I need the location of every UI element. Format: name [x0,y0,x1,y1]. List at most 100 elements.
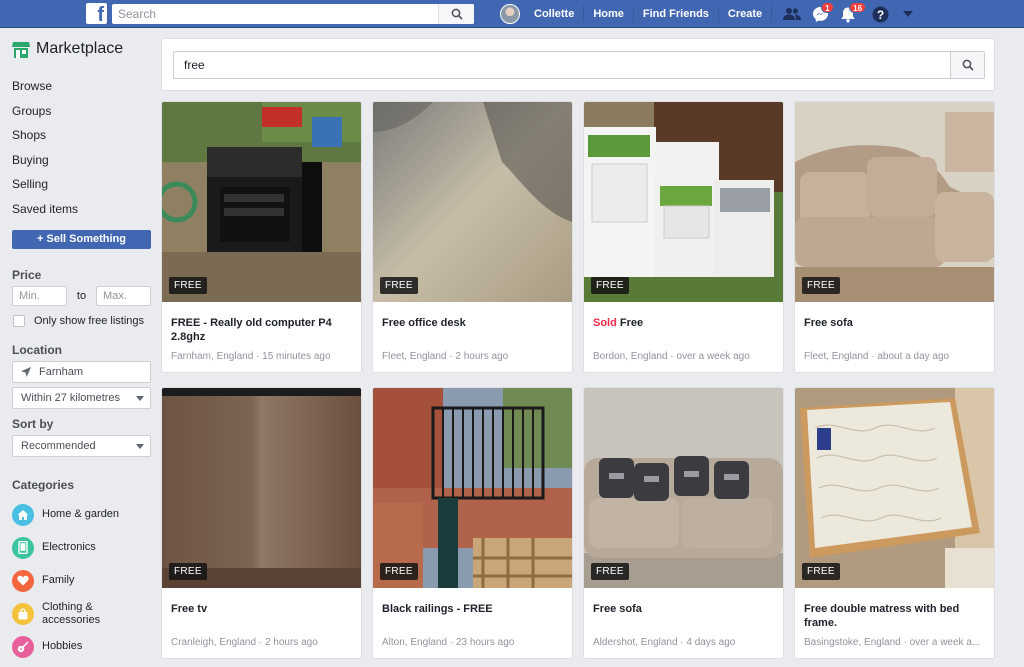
free-tag: FREE [591,277,629,294]
category-label: Electronics [42,541,96,553]
listing-location-time: Bordon, England · over a week ago [593,351,750,362]
chevron-down-icon [136,444,144,449]
listing-card[interactable]: FREE Free double matress with bed frame.… [794,387,995,659]
listing-location-time: Alton, England · 23 hours ago [382,637,515,648]
home-link[interactable]: Home [584,6,633,22]
sidebar-item-shops[interactable]: Shops [12,127,78,152]
category-hobbies[interactable]: Hobbies [12,630,122,663]
price-to-label: to [76,290,87,302]
listing-card[interactable]: FREE Free tv Cranleigh, England · 2 hour… [161,387,362,659]
listing-photo-mattress[interactable]: FREE [795,388,994,588]
friend-requests-button[interactable] [778,0,806,28]
listing-card[interactable]: FREE Free sofa Fleet, England · about a … [794,101,995,373]
listing-title[interactable]: Free sofa [593,602,775,616]
listing-card[interactable]: FREE Free office desk Fleet, England · 2… [372,101,573,373]
listing-photo-desk[interactable]: FREE [373,102,572,302]
listing-photo-railings[interactable]: FREE [373,388,572,588]
sort-select[interactable]: Recommended [12,435,151,457]
free-tag: FREE [169,563,207,580]
listing-location-time: Cranleigh, England · 2 hours ago [171,637,318,648]
friends-icon [783,8,802,20]
marketplace-search [173,51,985,79]
marketplace-search-panel [161,38,995,91]
listing-card[interactable]: FREE Black railings - FREE Alton, Englan… [372,387,573,659]
messages-badge: 1 [821,2,834,13]
listing-title[interactable]: Free tv [171,602,353,616]
sort-value: Recommended [21,440,96,452]
sidebar-item-groups[interactable]: Groups [12,103,78,128]
category-label: Family [42,574,75,586]
price-min-input[interactable] [12,286,67,306]
listing-card[interactable]: FREE Sold Free Bordon, England · over a … [583,101,784,373]
listing-title[interactable]: Sold Free [593,316,775,330]
facebook-logo-icon[interactable]: f [86,3,107,24]
notifications-button[interactable]: 16 [834,0,867,28]
listing-photo-storage-unit[interactable]: FREE [584,102,783,302]
sort-heading: Sort by [12,417,54,431]
global-search-button[interactable] [438,4,474,24]
radius-select[interactable]: Within 27 kilometres [12,387,151,409]
categories-heading: Categories [12,478,75,492]
listing-photo-computer[interactable]: FREE [162,102,361,302]
sidebar-item-buying[interactable]: Buying [12,152,78,177]
search-icon [451,8,463,20]
sidebar-nav: Browse Groups Shops Buying Selling Saved… [12,78,78,225]
listing-title[interactable]: Black railings - FREE [382,602,564,616]
sidebar-item-browse[interactable]: Browse [12,78,78,103]
profile-link[interactable]: Collette [525,6,583,22]
heart-icon [12,569,34,592]
marketplace-search-button[interactable] [950,52,984,78]
bag-icon [12,602,34,625]
marketplace-sidebar: Marketplace Browse Groups Shops Buying S… [0,28,160,667]
nav-divider [771,6,773,22]
listing-card[interactable]: FREE FREE - Really old computer P4 2.8gh… [161,101,362,373]
chevron-down-icon [136,396,144,401]
radius-value: Within 27 kilometres [21,392,121,404]
listing-photo-tv[interactable]: FREE [162,388,361,588]
search-icon [962,59,974,71]
sell-something-button[interactable]: + Sell Something [12,230,151,249]
free-listings-filter[interactable]: Only show free listings [13,315,144,327]
location-value: Farnham [39,366,84,378]
listing-title[interactable]: Free double matress with bed frame. [804,602,986,630]
price-heading: Price [12,268,42,282]
caret-down-icon [903,11,914,17]
listing-title[interactable]: Free sofa [804,316,986,330]
listing-photo-sofa[interactable]: FREE [795,102,994,302]
global-search-input[interactable] [112,4,438,24]
category-label: Clothing & accessories [42,600,101,626]
marketplace-title[interactable]: Marketplace [12,40,123,58]
global-search [112,4,474,24]
sidebar-item-selling[interactable]: Selling [12,176,78,201]
listing-photo-sofa-cushions[interactable]: FREE [584,388,783,588]
free-listings-checkbox[interactable] [13,315,25,327]
sidebar-item-saved-items[interactable]: Saved items [12,201,78,226]
location-field[interactable]: Farnham [12,361,151,383]
listing-card[interactable]: FREE Free sofa Aldershot, England · 4 da… [583,387,784,659]
marketplace-search-input[interactable] [174,52,950,78]
listing-title[interactable]: Free office desk [382,316,564,330]
marketplace-shop-icon [12,41,30,58]
location-heading: Location [12,343,62,357]
account-menu-button[interactable] [894,0,922,28]
location-arrow-icon [21,367,31,377]
free-tag: FREE [802,563,840,580]
listing-title[interactable]: FREE - Really old computer P4 2.8ghz [171,316,353,344]
free-tag: FREE [380,563,418,580]
avatar[interactable] [500,4,520,24]
listing-location-time: Fleet, England · 2 hours ago [382,351,509,362]
free-tag: FREE [169,277,207,294]
listing-location-time: Aldershot, England · 4 days ago [593,637,736,648]
messages-button[interactable]: 1 [806,0,834,28]
category-electronics[interactable]: Electronics [12,531,122,564]
help-button[interactable]: ? [866,0,894,28]
category-family[interactable]: Family [12,564,122,597]
price-max-input[interactable] [96,286,151,306]
listing-location-time: Farnham, England · 15 minutes ago [171,351,331,362]
top-nav: Collette Home Find Friends Create 1 16 ? [500,0,922,28]
category-clothing-accessories[interactable]: Clothing & accessories [12,597,122,630]
create-link[interactable]: Create [719,6,771,22]
free-tag: FREE [802,277,840,294]
find-friends-link[interactable]: Find Friends [634,6,718,22]
category-home-garden[interactable]: Home & garden [12,498,122,531]
